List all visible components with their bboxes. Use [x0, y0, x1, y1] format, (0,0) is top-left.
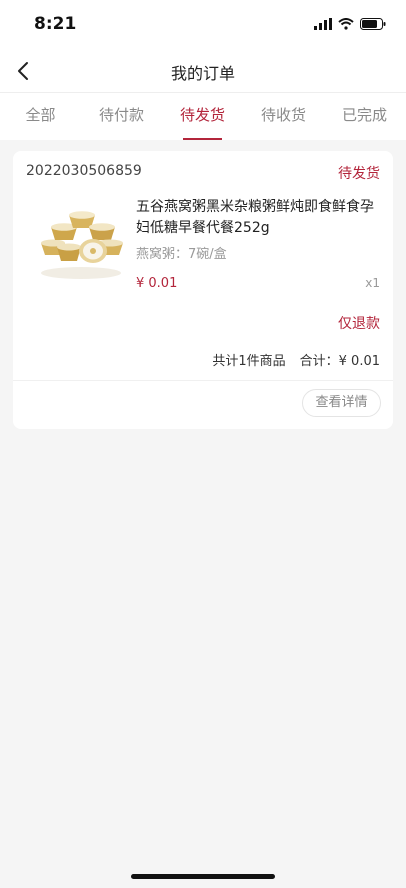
- status-time: 8:21: [34, 14, 77, 34]
- view-details-button[interactable]: 查看详情: [302, 389, 381, 417]
- product-price: ¥ 0.01: [136, 276, 178, 291]
- wifi-icon: [338, 18, 354, 30]
- order-card[interactable]: 2022030506859 待发货 五谷燕窝粥黑米杂粮粥鲜炖即食鲜食孕妇低糖早餐…: [13, 151, 393, 429]
- signal-icon: [314, 18, 332, 30]
- product-quantity: x1: [365, 276, 380, 290]
- battery-icon: [360, 18, 386, 30]
- order-tabs: 全部 待付款 待发货 待收货 已完成: [0, 92, 406, 140]
- refund-type-label: 仅退款: [338, 316, 380, 332]
- tab-completed[interactable]: 已完成: [324, 93, 405, 141]
- order-summary: 共计1件商品 合计：¥ 0.01: [212, 350, 380, 369]
- tab-pending-receipt[interactable]: 待收货: [243, 93, 324, 141]
- product-spec: 燕窝粥：7碗/盒: [136, 247, 227, 262]
- tab-pending-shipment[interactable]: 待发货: [162, 93, 243, 141]
- status-icons: [314, 17, 386, 31]
- summary-item-count: 共计1件商品: [212, 354, 286, 369]
- page-title: 我的订单: [170, 64, 235, 83]
- tab-pending-shipment-label: 待发货: [179, 106, 225, 124]
- active-tab-underline: [183, 138, 222, 140]
- tab-all[interactable]: 全部: [0, 93, 81, 141]
- summary-total: 合计：¥ 0.01: [299, 354, 380, 369]
- nav-bar: 我的订单: [0, 50, 406, 92]
- product-title[interactable]: 五谷燕窝粥黑米杂粮粥鲜炖即食鲜食孕妇低糖早餐代餐252g: [136, 197, 382, 239]
- status-bar: 8:21: [0, 0, 406, 50]
- order-number: 2022030506859: [26, 163, 142, 179]
- card-divider: [13, 380, 393, 381]
- home-indicator: [131, 874, 275, 879]
- tab-pending-payment[interactable]: 待付款: [81, 93, 162, 141]
- order-status: 待发货: [338, 166, 380, 182]
- product-image[interactable]: [37, 209, 125, 281]
